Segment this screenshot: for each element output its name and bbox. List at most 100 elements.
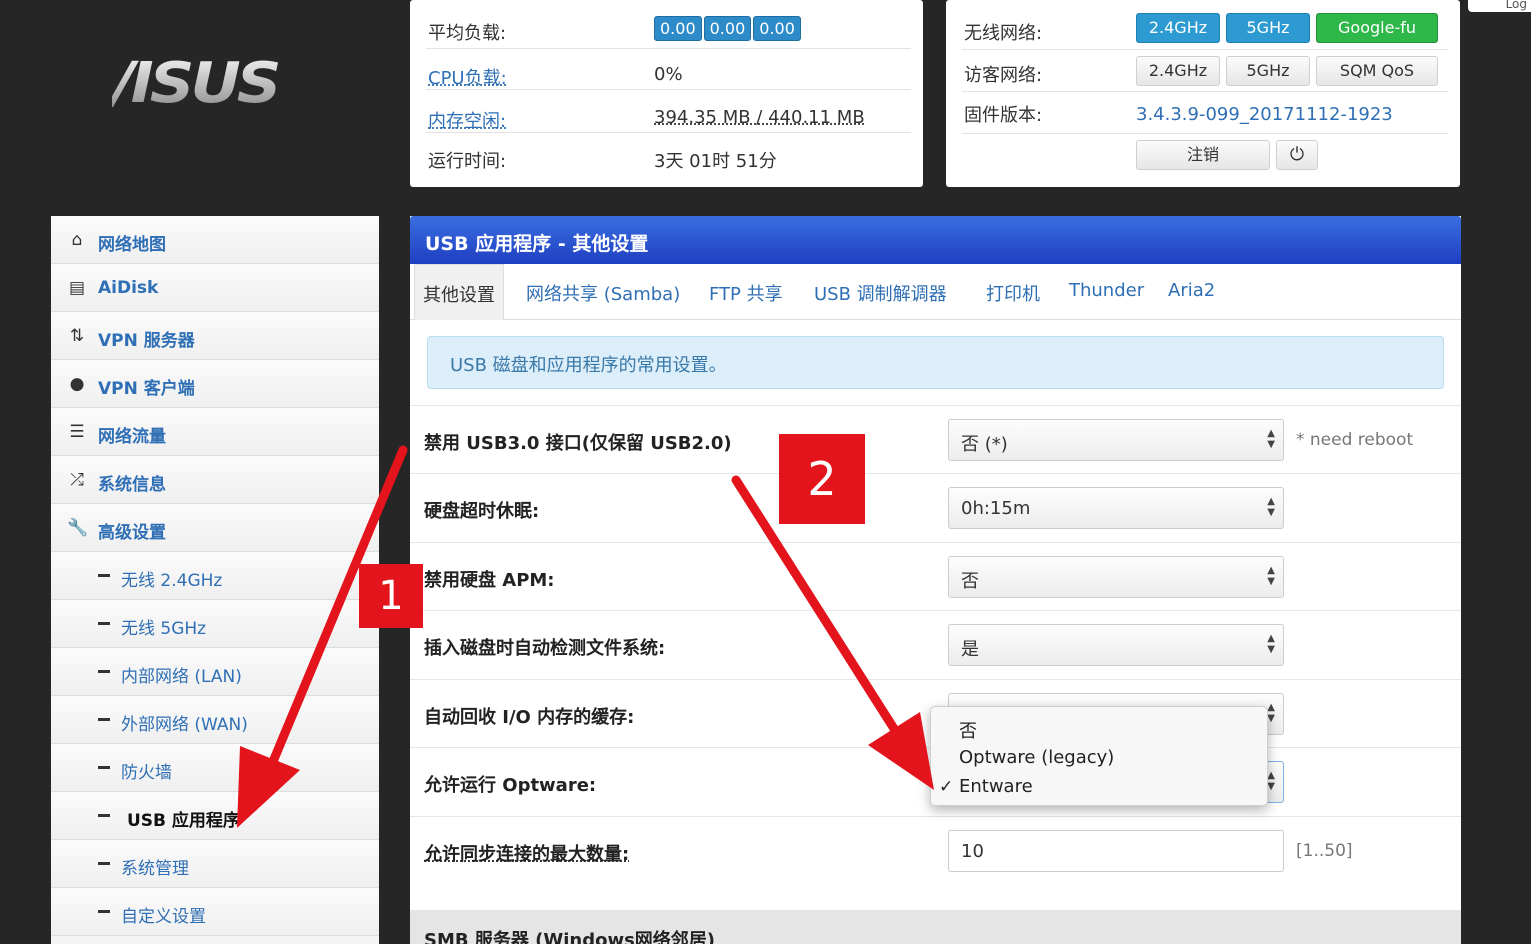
tab-ftp[interactable]: FTP 共享 [709,280,783,306]
disable-usb3-select[interactable]: 否 (*) ▲ ▼ [948,419,1284,461]
sidebar-subitem-wireless-24[interactable]: 无线 2.4GHz [51,552,379,600]
disk-spindown-select[interactable]: 0h:15m ▲ ▼ [948,487,1284,529]
logout-button[interactable]: 注销 [1136,140,1270,170]
annotation-badge-1: 1 [359,564,423,628]
sidebar-subitem-label: 无线 2.4GHz [121,571,223,591]
sqm-qos-button[interactable]: SQM QoS [1316,56,1438,86]
asus-logo: /ISUS /ISUS [112,55,327,135]
sidebar-subitem-usb-apps[interactable]: USB 应用程序 [51,792,379,840]
tab-aria2[interactable]: Aria2 [1168,280,1215,301]
tab-other-settings[interactable]: 其他设置 [414,264,504,320]
memory-free-value: 394.35 MB / 440.11 MB [654,107,865,128]
max-connections-input[interactable]: 10 [948,830,1284,872]
sidebar-subitem-label: 防火墙 [121,763,172,783]
logo-text: /ISUS [112,55,327,111]
io-cache-label: 自动回收 I/O 内存的缓存: [424,707,635,728]
sidebar-item-label: 网络流量 [98,427,166,447]
sidebar-item-aidisk[interactable]: ▤ AiDisk [51,264,379,312]
sidebar-item-label: 系统信息 [98,475,166,495]
dash-icon [98,766,110,769]
info-box: USB 磁盘和应用程序的常用设置。 [427,336,1444,389]
max-connections-label: 允许同步连接的最大数量: [424,844,630,865]
smb-section-header: SMB 服务器 (Windows网络邻居) [410,910,1461,944]
google-fu-button[interactable]: Google-fu [1316,13,1438,43]
logout-corner[interactable]: Log [1468,0,1531,12]
sidebar-subitem-admin[interactable]: 系统管理 [51,840,379,888]
power-icon[interactable]: ⏻ [1276,140,1318,170]
auto-fs-check-label: 插入磁盘时自动检测文件系统: [424,638,666,659]
avg-load-label: 平均负载: [428,23,507,44]
sidebar-subitem-label: 无线 5GHz [121,619,207,639]
dash-icon [98,622,110,625]
disable-apm-label: 禁用硬盘 APM: [424,570,555,591]
checkmark-icon: ✓ [939,777,954,797]
select-arrows-icon: ▲ ▼ [1267,496,1275,518]
avg-load-row: 平均负载: 0.00 0.00 0.00 [426,8,911,49]
disable-usb3-label: 禁用 USB3.0 接口(仅保留 USB2.0) [424,433,732,454]
sidebar-item-label: 高级设置 [98,523,166,543]
select-arrows-icon: ▲ ▼ [1267,428,1275,450]
sidebar-subitem-wireless-5[interactable]: 无线 5GHz [51,600,379,648]
dropdown-option-optware[interactable]: Optware (legacy) [959,747,1114,768]
select-arrows-icon: ▲ ▼ [1267,633,1275,655]
uptime-row: 运行时间: 3天 01时 51分 [426,132,911,173]
load-badge-1: 0.00 [654,16,702,41]
sidebar-item-vpn-server[interactable]: ⇅ VPN 服务器 [51,312,379,360]
guest-24-button[interactable]: 2.4GHz [1136,56,1220,86]
dropdown-option-no[interactable]: 否 [959,717,977,743]
sidebar-subitem-label: 内部网络 (LAN) [121,667,242,687]
sidebar-subitem-label: 自定义设置 [121,907,206,927]
range-note: [1..50] [1296,841,1353,861]
firmware-version-link[interactable]: 3.4.3.9-099_20171112-1923 [1136,104,1393,125]
sidebar-subitem-lan[interactable]: 内部网络 (LAN) [51,648,379,696]
sidebar-subitem-label: USB 应用程序 [127,811,240,831]
sidebar-subitem-wan[interactable]: 外部网络 (WAN) [51,696,379,744]
guest-5-button[interactable]: 5GHz [1226,56,1310,86]
wrench-icon: 🔧 [67,518,89,538]
select-arrows-icon: ▲ ▼ [1267,702,1275,724]
tab-printer[interactable]: 打印机 [986,280,1040,306]
tab-usb-modem[interactable]: USB 调制解调器 [814,280,947,306]
page-title: USB 应用程序 - 其他设置 [410,216,1461,264]
cpu-load-link[interactable]: CPU负载: [428,64,507,90]
avg-load-values: 0.00 0.00 0.00 [654,16,803,41]
memory-row: 内存空闲: 394.35 MB / 440.11 MB [426,92,911,133]
sidebar-item-system-info[interactable]: ⤮ 系统信息 [51,456,379,504]
tab-thunder[interactable]: Thunder [1069,280,1144,301]
traffic-icon: ☰ [69,422,85,442]
guest-label: 访客网络: [964,65,1043,86]
dash-icon [98,814,110,817]
uptime-value: 3天 01时 51分 [654,151,777,172]
dash-icon [98,574,110,577]
uptime-label: 运行时间: [428,151,507,172]
sidebar-item-vpn-client[interactable]: ● VPN 客户端 [51,360,379,408]
system-status-panel: 平均负载: 0.00 0.00 0.00 CPU负载: 0% 内存空闲: 394.3… [410,0,923,187]
row-max-connections: 允许同步连接的最大数量: 10 [1..50] [410,816,1461,884]
sidebar-subitem-firewall[interactable]: 防火墙 [51,744,379,792]
load-badge-2: 0.00 [703,16,752,41]
sidebar-item-label: VPN 服务器 [98,331,195,351]
disable-apm-select[interactable]: 否 ▲ ▼ [948,556,1284,598]
sidebar-subitem-custom[interactable]: 自定义设置 [51,888,379,936]
memory-free-link[interactable]: 内存空闲: [428,107,506,133]
disk-spindown-label: 硬盘超时休眠: [424,501,540,522]
select-arrows-icon: ▲ ▼ [1267,770,1275,792]
wifi-label: 无线网络: [964,23,1043,44]
disk-icon: ▤ [68,278,86,298]
auto-fs-check-select[interactable]: 是 ▲ ▼ [948,624,1284,666]
row-disk-spindown: 硬盘超时休眠: 0h:15m ▲ ▼ [410,473,1461,541]
wifi-5-button[interactable]: 5GHz [1226,13,1310,43]
sidebar-item-network-map[interactable]: ⌂ 网络地图 [51,216,379,264]
shuffle-icon: ⤮ [70,470,84,490]
dash-icon [98,910,110,913]
logo-reflection: /ISUS [118,113,323,135]
wifi-row: 无线网络: 2.4GHz 5GHz Google-fu [962,8,1448,50]
wifi-24-button[interactable]: 2.4GHz [1136,13,1220,43]
optware-dropdown-popup: 否 Optware (legacy) ✓ Entware [930,706,1268,806]
tab-samba[interactable]: 网络共享 (Samba) [526,280,680,306]
vpn-server-icon: ⇅ [69,326,85,346]
sidebar-item-traffic[interactable]: ☰ 网络流量 [51,408,379,456]
dropdown-option-entware[interactable]: Entware [959,776,1033,797]
globe-icon: ● [69,374,85,394]
sidebar-item-advanced[interactable]: 🔧 高级设置 [51,504,379,552]
